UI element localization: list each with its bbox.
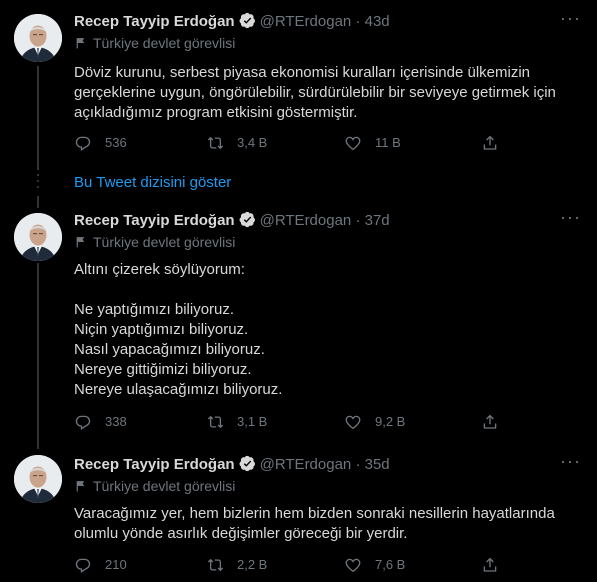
tweet-text-line: Ne yaptığımızı biliyoruz. <box>74 301 235 318</box>
reply-count: 536 <box>105 135 127 150</box>
account-label: Türkiye devlet görevlisi <box>74 477 235 497</box>
share-icon <box>481 134 499 152</box>
share-icon <box>481 556 499 574</box>
avatar[interactable] <box>14 213 62 261</box>
retweet-count: 2,2 B <box>237 557 268 572</box>
thread-line <box>37 196 39 208</box>
avatar[interactable] <box>14 14 62 62</box>
tweet-text-line: olumlu yönde asırlık değişimler göreceği… <box>74 525 408 542</box>
flag-icon <box>74 235 87 253</box>
tweet-text-line: Nasıl yapacağımızı biliyoruz. <box>74 341 265 358</box>
tweet-text-blank-line <box>74 280 564 300</box>
author-name[interactable]: Recep Tayyip Erdoğan <box>74 456 235 473</box>
retweet-icon <box>206 134 225 152</box>
account-label-text: Türkiye devlet görevlisi <box>93 35 236 51</box>
flag-icon <box>74 479 87 497</box>
retweet-icon <box>206 413 225 431</box>
tweet-text: Altını çizerek söylüyorum: Ne yaptığımız… <box>74 260 564 400</box>
tweet-text-line: Nereye ulaşacağımızı biliyoruz. <box>74 381 283 398</box>
like-count: 7,6 B <box>375 557 406 572</box>
account-label: Türkiye devlet görevlisi <box>74 34 235 54</box>
tweet-text-line: Altını çizerek söylüyorum: <box>74 261 245 278</box>
retweet-icon <box>206 556 225 574</box>
show-thread-link[interactable]: Bu Tweet dizisini göster <box>74 173 231 193</box>
flag-icon <box>74 36 87 54</box>
more-icon[interactable]: ··· <box>560 452 580 474</box>
verified-badge-icon <box>239 12 256 36</box>
more-icon[interactable]: ··· <box>560 208 580 230</box>
like-icon <box>344 413 362 431</box>
account-label-text: Türkiye devlet görevlisi <box>93 478 236 494</box>
account-label-text: Türkiye devlet görevlisi <box>93 234 236 250</box>
like-icon <box>344 556 362 574</box>
tweet-actions: 536 3,4 B 11 B <box>74 133 514 153</box>
tweet-text-line: Döviz kurunu, serbest piyasa ekonomisi k… <box>74 64 531 81</box>
tweet-text-line: açıkladığımız program etkisini göstermiş… <box>74 104 358 121</box>
tweet-text-line: gerçeklerine uygun, öngörülebilir, sürdü… <box>74 84 556 101</box>
more-icon[interactable]: ··· <box>560 9 580 31</box>
author-handle-time[interactable]: @RTErdogan · 43d <box>260 13 390 30</box>
verified-badge-icon <box>239 455 256 479</box>
reply-count: 338 <box>105 414 127 429</box>
reply-count: 210 <box>105 557 127 572</box>
author-name[interactable]: Recep Tayyip Erdoğan <box>74 13 235 30</box>
tweet-text-line: Nereye gittiğimizi biliyoruz. <box>74 361 252 378</box>
avatar[interactable] <box>14 455 62 503</box>
thread-line <box>37 66 39 170</box>
author-handle-time[interactable]: @RTErdogan · 35d <box>260 456 390 473</box>
tweet-actions: 210 2,2 B 7,6 B <box>74 555 514 575</box>
thread-gap-dots <box>37 174 39 192</box>
like-icon <box>344 134 362 152</box>
like-count: 9,2 B <box>375 414 406 429</box>
tweet-text: Döviz kurunu, serbest piyasa ekonomisi k… <box>74 63 564 123</box>
thread-line <box>37 263 39 449</box>
like-count: 11 B <box>375 135 401 150</box>
reply-icon <box>74 134 92 152</box>
tweet-text: Varacağımız yer, hem bizlerin hem bizden… <box>74 504 564 544</box>
share-icon <box>481 413 499 431</box>
tweet-header: Recep Tayyip Erdoğan @RTErdogan · 35d <box>74 454 390 476</box>
tweet-header: Recep Tayyip Erdoğan @RTErdogan · 43d <box>74 11 390 33</box>
tweet-actions: 338 3,1 B 9,2 B <box>74 412 514 432</box>
retweet-count: 3,1 B <box>237 414 268 429</box>
retweet-count: 3,4 B <box>237 135 268 150</box>
tweet-text-line: Varacağımız yer, hem bizlerin hem bizden… <box>74 505 555 522</box>
tweet-text-line: Niçin yaptığımızı biliyoruz. <box>74 321 249 338</box>
tweet-header: Recep Tayyip Erdoğan @RTErdogan · 37d <box>74 210 390 232</box>
author-name[interactable]: Recep Tayyip Erdoğan <box>74 212 235 229</box>
account-label: Türkiye devlet görevlisi <box>74 233 235 253</box>
reply-icon <box>74 413 92 431</box>
verified-badge-icon <box>239 211 256 235</box>
reply-icon <box>74 556 92 574</box>
author-handle-time[interactable]: @RTErdogan · 37d <box>260 212 390 229</box>
